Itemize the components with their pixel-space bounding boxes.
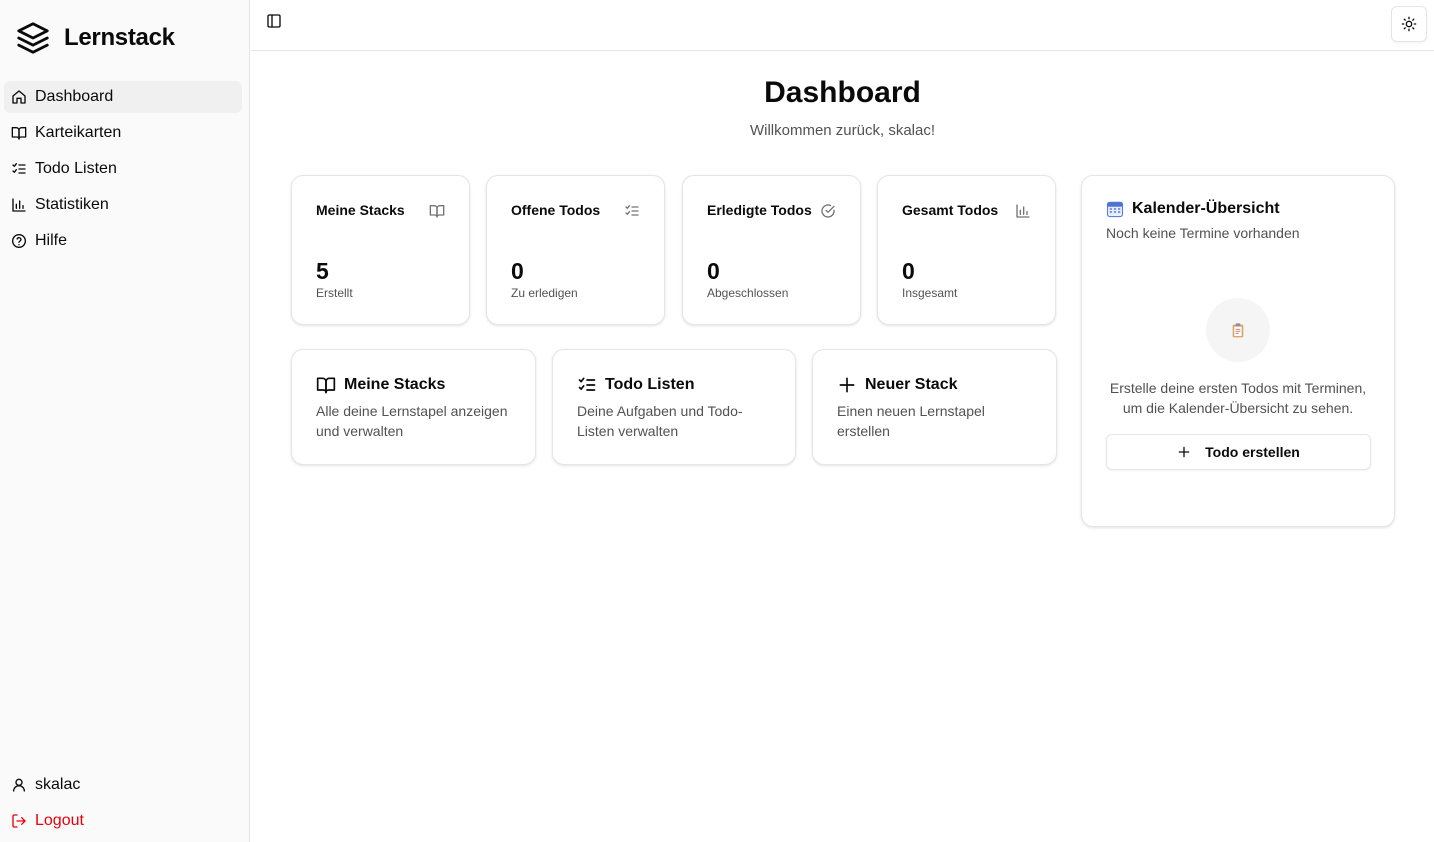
sidebar-item-statistiken[interactable]: Statistiken bbox=[4, 189, 242, 221]
stat-value: 0 bbox=[511, 258, 524, 284]
list-checks-icon bbox=[625, 205, 639, 216]
sidebar-footer: skalac Logout bbox=[4, 769, 242, 841]
action-card-todo-listen[interactable]: Todo Listen Deine Aufgaben und Todo-List… bbox=[552, 349, 796, 465]
stat-card-gesamt-todos: Gesamt Todos 0 Insgesamt bbox=[877, 175, 1056, 325]
plus-icon bbox=[1178, 446, 1190, 458]
stat-value: 0 bbox=[902, 258, 915, 284]
plus-icon bbox=[839, 377, 855, 393]
sidebar-item-label: Dashboard bbox=[35, 88, 114, 105]
sidebar-item-karteikarten[interactable]: Karteikarten bbox=[4, 117, 242, 149]
stat-value: 5 bbox=[316, 258, 329, 284]
sidebar: Lernstack Dashboard Karteikarten Todo Li… bbox=[0, 0, 250, 842]
action-description: Alle deine Lernstapel anzeigen und verwa… bbox=[316, 403, 508, 439]
stat-caption: Erstellt bbox=[316, 286, 353, 300]
home-icon bbox=[12, 90, 26, 104]
sidebar-item-label: Statistiken bbox=[35, 196, 109, 213]
sidebar-item-label: Todo Listen bbox=[35, 160, 117, 177]
create-todo-button[interactable]: Todo erstellen bbox=[1106, 434, 1371, 470]
check-circle-icon bbox=[821, 204, 835, 218]
action-description: Einen neuen Lernstapel erstellen bbox=[837, 403, 985, 439]
book-open-icon bbox=[429, 205, 445, 218]
empty-state-text: Erstelle deine ersten Todos mit Terminen… bbox=[1109, 380, 1367, 416]
action-title: Meine Stacks bbox=[344, 376, 446, 393]
create-todo-label: Todo erstellen bbox=[1205, 444, 1300, 460]
list-checks-icon bbox=[578, 377, 596, 391]
stat-caption: Zu erledigen bbox=[511, 286, 578, 300]
action-heading: Meine Stacks bbox=[316, 375, 445, 395]
action-card-neuer-stack[interactable]: Neuer Stack Einen neuen Lernstapel erste… bbox=[812, 349, 1057, 465]
logout-icon bbox=[12, 814, 26, 828]
list-checks-icon bbox=[12, 163, 26, 174]
action-heading: Neuer Stack bbox=[837, 375, 958, 395]
book-open-icon bbox=[316, 377, 336, 394]
bar-chart-icon bbox=[12, 198, 26, 212]
stat-title: Meine Stacks bbox=[316, 202, 405, 218]
action-title: Neuer Stack bbox=[865, 376, 958, 393]
username-label: skalac bbox=[35, 776, 81, 793]
user-icon bbox=[13, 778, 25, 792]
help-circle-icon bbox=[12, 234, 26, 248]
logout-label: Logout bbox=[35, 812, 84, 829]
clipboard-icon bbox=[1232, 323, 1244, 338]
book-open-icon bbox=[11, 127, 27, 140]
stat-caption: Abgeschlossen bbox=[707, 286, 789, 300]
action-card-meine-stacks[interactable]: Meine Stacks Alle deine Lernstapel anzei… bbox=[291, 349, 536, 465]
app-name: Lernstack bbox=[64, 24, 175, 51]
calendar-overview-card: Kalender-Übersicht Noch keine Termine vo… bbox=[1081, 175, 1395, 527]
top-bar bbox=[251, 0, 1434, 51]
calendar-icon bbox=[1106, 201, 1124, 218]
sidebar-item-label: Karteikarten bbox=[35, 124, 122, 141]
calendar-title: Kalender-Übersicht bbox=[1132, 200, 1280, 217]
sidebar-item-hilfe[interactable]: Hilfe bbox=[4, 225, 242, 257]
sidebar-item-dashboard[interactable]: Dashboard bbox=[4, 81, 242, 113]
calendar-subtitle: Noch keine Termine vorhanden bbox=[1106, 225, 1300, 241]
sidebar-item-todo-listen[interactable]: Todo Listen bbox=[4, 153, 242, 185]
stat-value: 0 bbox=[707, 258, 720, 284]
theme-toggle-button[interactable] bbox=[1391, 6, 1427, 42]
stat-title: Offene Todos bbox=[511, 202, 601, 218]
page-title: Dashboard bbox=[764, 76, 921, 109]
stat-card-offene-todos: Offene Todos 0 Zu erledigen bbox=[486, 175, 665, 325]
sun-icon bbox=[1401, 16, 1417, 32]
brand[interactable]: Lernstack bbox=[14, 19, 175, 57]
user-profile-item[interactable]: skalac bbox=[4, 769, 242, 801]
action-heading: Todo Listen bbox=[577, 375, 694, 395]
sidebar-item-label: Hilfe bbox=[35, 232, 68, 249]
layers-icon bbox=[14, 19, 52, 57]
stat-card-erledigte-todos: Erledigte Todos 0 Abgeschlossen bbox=[682, 175, 861, 325]
stat-title: Gesamt Todos bbox=[902, 202, 999, 218]
action-title: Todo Listen bbox=[605, 376, 695, 393]
stat-card-meine-stacks: Meine Stacks 5 Erstellt bbox=[291, 175, 470, 325]
stat-title: Erledigte Todos bbox=[707, 202, 812, 218]
sidebar-toggle-button[interactable] bbox=[263, 10, 285, 32]
logout-button[interactable]: Logout bbox=[4, 805, 242, 837]
action-description: Deine Aufgaben und Todo-Listen verwalten bbox=[577, 403, 743, 439]
sidebar-nav: Dashboard Karteikarten Todo Listen Stati… bbox=[4, 81, 242, 261]
empty-state-circle bbox=[1206, 298, 1270, 362]
bar-chart-icon bbox=[1016, 204, 1030, 218]
stat-caption: Insgesamt bbox=[902, 286, 958, 300]
calendar-heading: Kalender-Übersicht bbox=[1106, 200, 1280, 218]
panel-left-icon bbox=[267, 14, 281, 28]
welcome-subtitle: Willkommen zurück, skalac! bbox=[749, 122, 936, 139]
